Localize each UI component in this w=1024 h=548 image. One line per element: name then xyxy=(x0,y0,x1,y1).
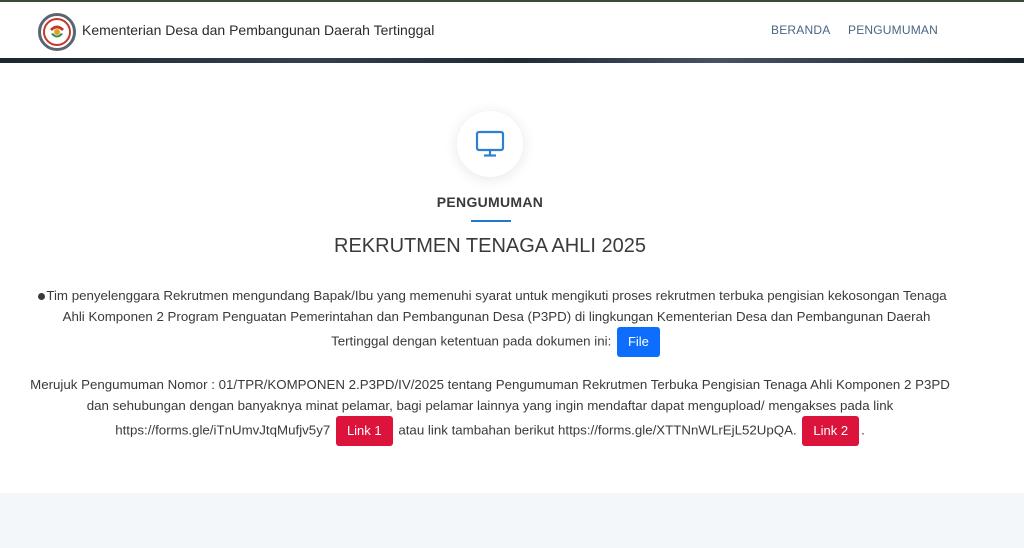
brand-name[interactable]: Kementerian Desa dan Pembangunan Daerah … xyxy=(82,22,434,38)
announcement-paragraph-1: Tim penyelenggara Rekrutmen mengundang B… xyxy=(44,286,949,357)
page-headline: REKRUTMEN TENAGA AHLI 2025 xyxy=(334,235,646,257)
link-2-button[interactable]: Link 2 xyxy=(802,416,860,446)
link-1-button[interactable]: Link 1 xyxy=(335,416,393,446)
footer-band xyxy=(0,493,1024,548)
nav-beranda[interactable]: BERANDA xyxy=(771,23,830,37)
announcement-paragraph-2: Merujuk Pengumuman Nomor : 01/TPR/KOMPON… xyxy=(30,375,950,446)
announcement-text-1: Tim penyelenggara Rekrutmen mengundang B… xyxy=(46,288,947,349)
announcement-text-2b: atau link tambahan berikut https://forms… xyxy=(398,422,797,438)
announcement-text-2c: . xyxy=(861,422,865,438)
top-navbar: Kementerian Desa dan Pembangunan Daerah … xyxy=(0,0,1024,58)
ministry-emblem-icon xyxy=(43,18,71,46)
hero-image-strip xyxy=(0,58,1024,63)
title-divider xyxy=(471,220,511,222)
section-title: PENGUMUMAN xyxy=(436,194,544,210)
section-icon-badge xyxy=(457,111,523,177)
ministry-logo[interactable] xyxy=(38,13,76,51)
file-button[interactable]: File xyxy=(616,327,660,357)
nav-pengumuman[interactable]: PENGUMUMAN xyxy=(848,23,938,37)
monitor-icon xyxy=(475,130,505,157)
